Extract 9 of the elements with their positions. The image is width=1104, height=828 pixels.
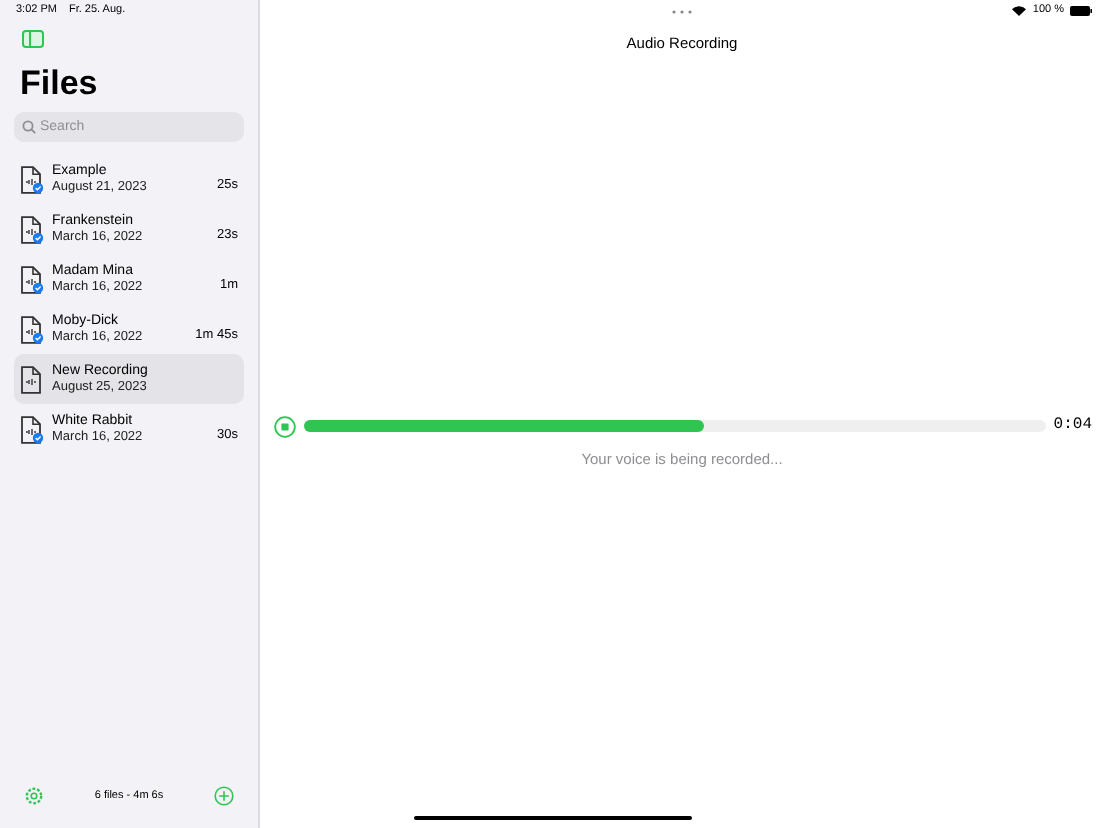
recording-time: 0:04 [1053,414,1092,439]
battery-icon [1070,5,1092,16]
settings-icon[interactable] [24,786,44,806]
sidebar-toggle-icon[interactable] [22,30,44,48]
search-icon [22,120,36,135]
stop-icon[interactable] [274,415,296,438]
add-icon[interactable] [213,786,234,806]
sidebar-title: Files [20,64,100,105]
wifi-icon [1012,5,1027,16]
